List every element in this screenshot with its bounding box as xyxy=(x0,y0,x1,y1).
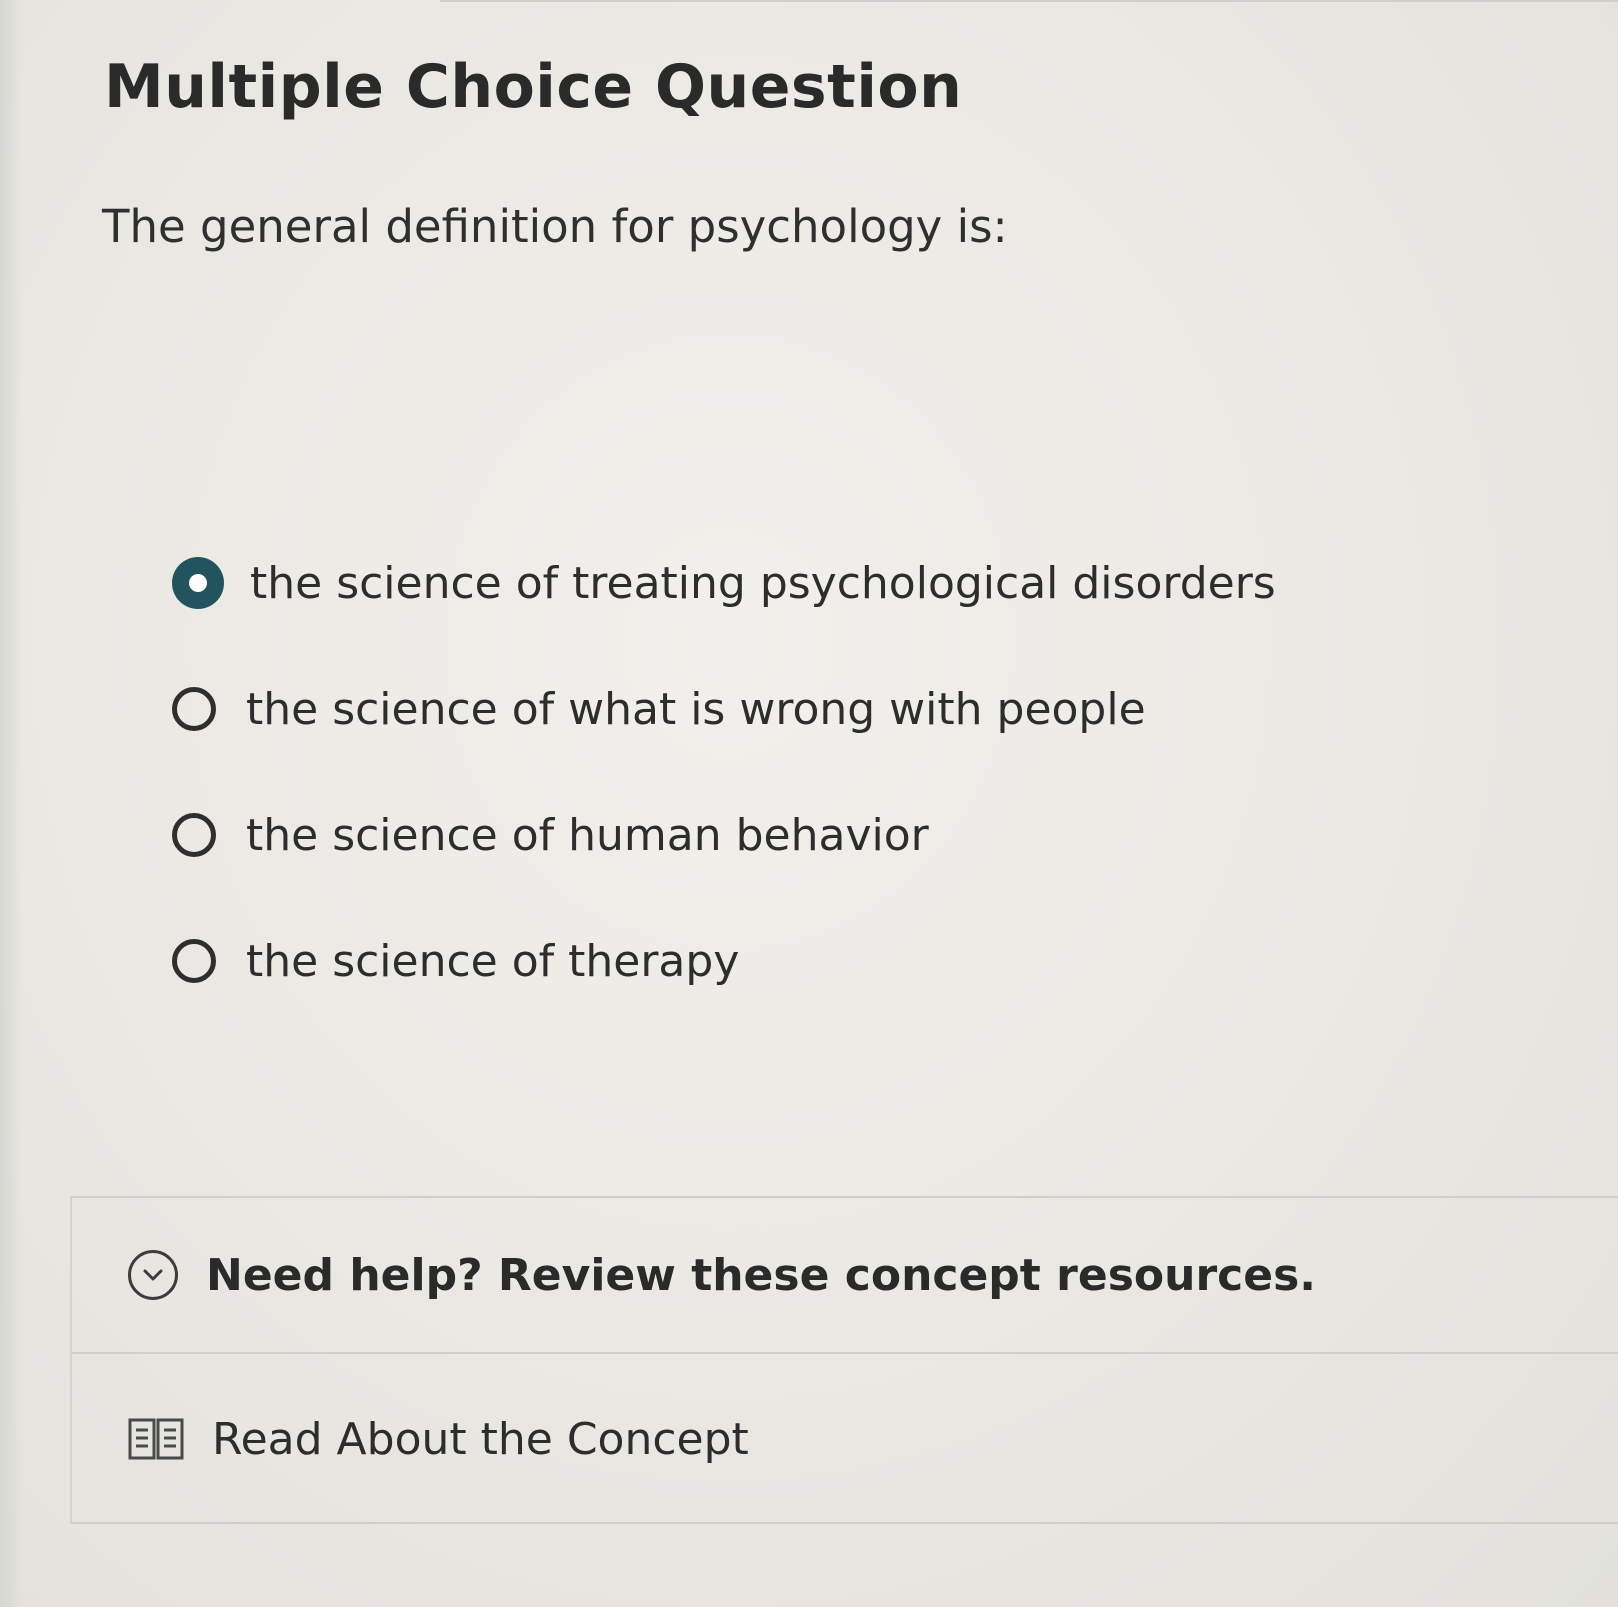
help-panel: Need help? Review these concept resource… xyxy=(70,1196,1618,1524)
answer-option-label: the science of human behavior xyxy=(246,809,929,861)
resource-label: Read About the Concept xyxy=(212,1413,749,1465)
answer-option-3[interactable]: the science of human behavior xyxy=(172,772,1472,898)
question-title: Multiple Choice Question xyxy=(104,52,963,122)
top-divider xyxy=(440,0,1618,2)
radio-unselected-icon[interactable] xyxy=(172,687,216,731)
page: Multiple Choice Question The general def… xyxy=(0,0,1618,1607)
question-prompt: The general definition for psychology is… xyxy=(102,200,1008,253)
answer-option-label: the science of treating psychological di… xyxy=(250,557,1276,609)
answer-options: the science of treating psychological di… xyxy=(172,520,1472,1024)
help-header-text: Need help? Review these concept resource… xyxy=(206,1249,1316,1301)
help-toggle[interactable]: Need help? Review these concept resource… xyxy=(72,1198,1618,1354)
left-edge-shade xyxy=(0,0,22,1607)
radio-selected-icon[interactable] xyxy=(172,557,224,609)
answer-option-1[interactable]: the science of treating psychological di… xyxy=(172,520,1472,646)
answer-option-label: the science of what is wrong with people xyxy=(246,683,1146,735)
book-icon xyxy=(128,1416,184,1462)
chevron-down-circle-icon xyxy=(128,1250,178,1300)
radio-unselected-icon[interactable] xyxy=(172,813,216,857)
answer-option-label: the science of therapy xyxy=(246,935,740,987)
answer-option-2[interactable]: the science of what is wrong with people xyxy=(172,646,1472,772)
radio-unselected-icon[interactable] xyxy=(172,939,216,983)
answer-option-4[interactable]: the science of therapy xyxy=(172,898,1472,1024)
resource-read-about-concept[interactable]: Read About the Concept xyxy=(72,1354,1618,1524)
